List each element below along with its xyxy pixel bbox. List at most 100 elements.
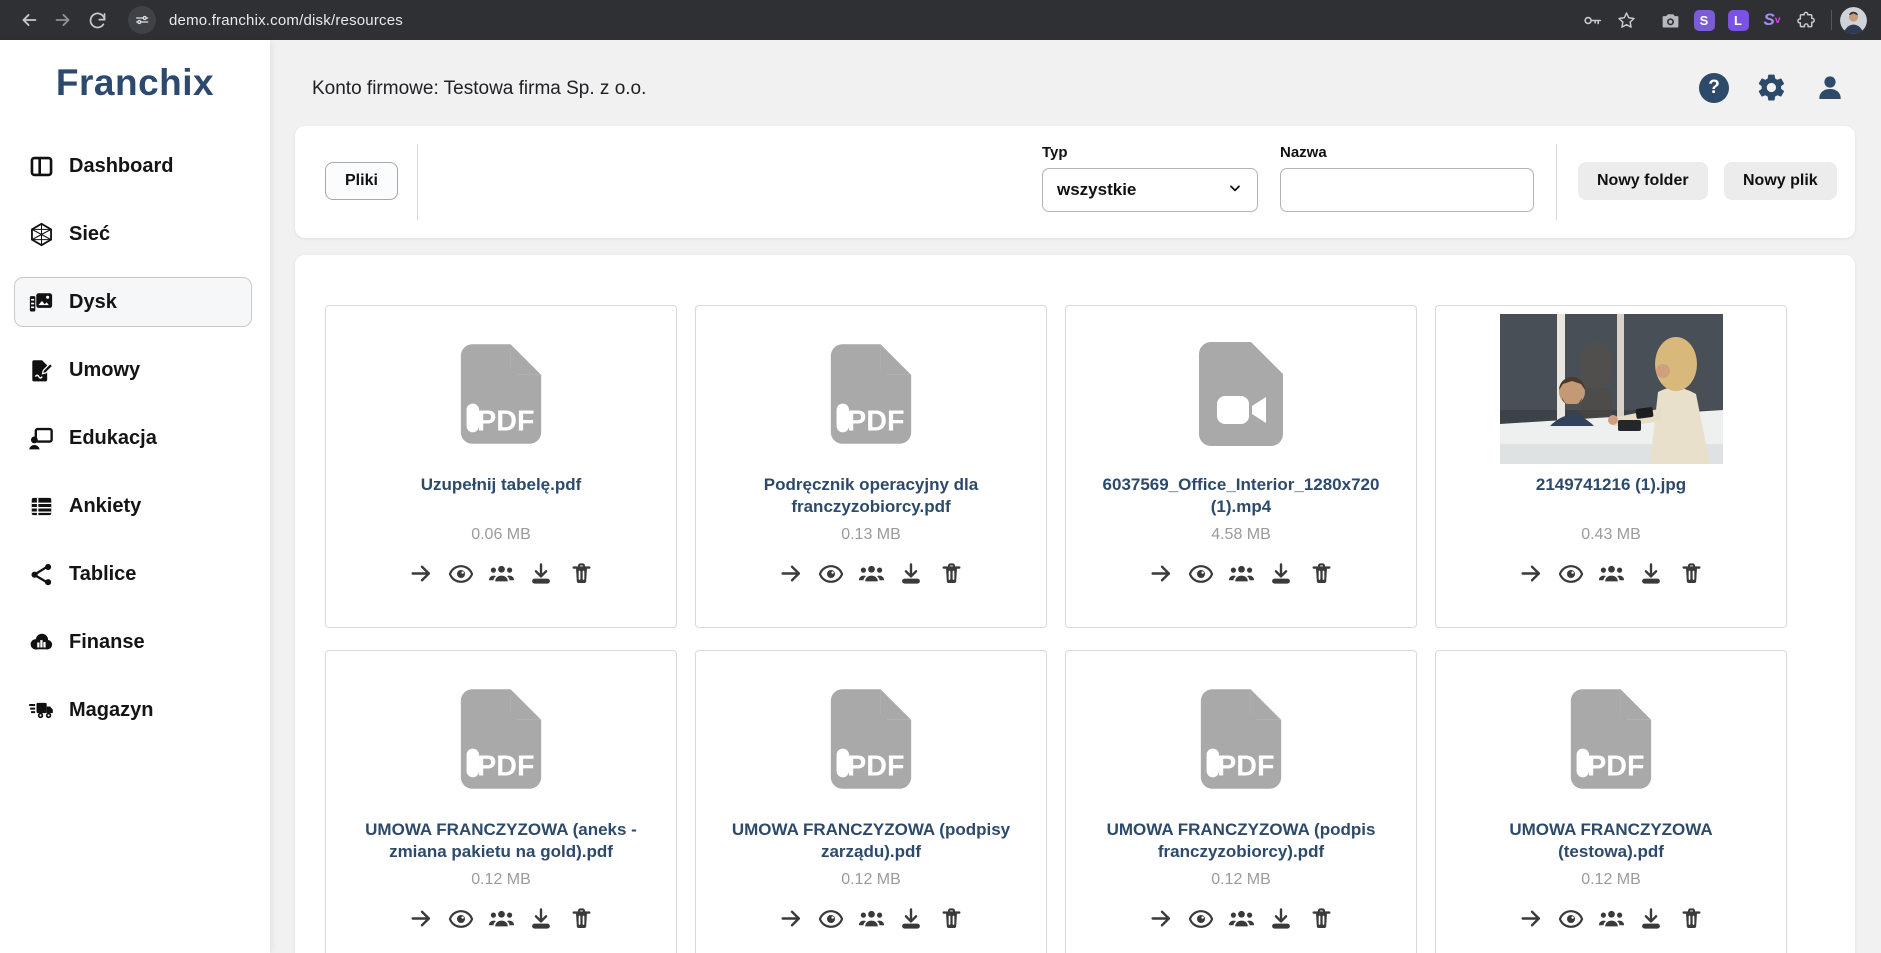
network-icon: [28, 221, 54, 247]
sidebar-item-finanse[interactable]: Finanse: [14, 617, 252, 667]
share-button[interactable]: [1598, 905, 1625, 932]
move-button[interactable]: [1148, 905, 1175, 932]
file-card[interactable]: 2149741216 (1).jpg 0.43 MB: [1435, 305, 1787, 628]
sidebar-item-magazyn[interactable]: Magazyn: [14, 685, 252, 735]
settings-gear-icon[interactable]: [1756, 72, 1787, 103]
move-button[interactable]: [778, 905, 805, 932]
file-card[interactable]: PDF UMOWA FRANCZYZOWA (podpis franczyzob…: [1065, 650, 1417, 953]
browser-forward-icon[interactable]: [46, 3, 80, 37]
extension-l-icon[interactable]: L: [1721, 3, 1755, 37]
file-actions: [1148, 905, 1335, 932]
name-filter-input[interactable]: [1280, 168, 1534, 212]
move-button[interactable]: [408, 560, 435, 587]
browser-profile-avatar[interactable]: [1840, 6, 1867, 34]
svg-text:PDF: PDF: [847, 405, 904, 437]
download-button[interactable]: [528, 560, 555, 587]
preview-button[interactable]: [1558, 560, 1585, 587]
download-button[interactable]: [898, 905, 925, 932]
download-button[interactable]: [528, 905, 555, 932]
sidebar-item-edukacja[interactable]: Edukacja: [14, 413, 252, 463]
file-size: 0.12 MB: [841, 871, 901, 888]
move-button[interactable]: [1148, 560, 1175, 587]
file-name: 6037569_Office_Interior_1280x720 (1).mp4: [1102, 475, 1380, 516]
file-card[interactable]: PDF UMOWA FRANCZYZOWA (aneks - zmiana pa…: [325, 650, 677, 953]
share-button[interactable]: [1598, 560, 1625, 587]
preview-button[interactable]: [818, 905, 845, 932]
move-button[interactable]: [1518, 905, 1545, 932]
help-icon[interactable]: ?: [1699, 72, 1729, 103]
preview-button[interactable]: [818, 560, 845, 587]
download-button[interactable]: [1638, 560, 1665, 587]
preview-button[interactable]: [1558, 905, 1585, 932]
delete-button[interactable]: [938, 905, 965, 932]
share-button[interactable]: [1228, 905, 1255, 932]
file-card[interactable]: PDF UMOWA FRANCZYZOWA (testowa).pdf 0.12…: [1435, 650, 1787, 953]
preview-button[interactable]: [1188, 560, 1215, 587]
camera-extension-icon[interactable]: [1653, 3, 1687, 37]
delete-button[interactable]: [568, 560, 595, 587]
share-button[interactable]: [858, 560, 885, 587]
screen: demo.franchix.com/disk/resources S L Sv …: [0, 0, 1881, 953]
pdf-file-icon: PDF: [1567, 686, 1655, 791]
browser-reload-icon[interactable]: [80, 3, 114, 37]
share-button[interactable]: [488, 905, 515, 932]
extensions-puzzle-icon[interactable]: [1789, 3, 1823, 37]
delete-button[interactable]: [568, 905, 595, 932]
new-file-button[interactable]: Nowy plik: [1724, 162, 1837, 200]
share-button[interactable]: [488, 560, 515, 587]
topbar-separator: [1831, 10, 1832, 30]
file-card[interactable]: 6037569_Office_Interior_1280x720 (1).mp4…: [1065, 305, 1417, 628]
sidebar-item-dashboard[interactable]: Dashboard: [14, 141, 252, 191]
file-size: 0.43 MB: [1581, 526, 1641, 543]
sidebar-item-dysk[interactable]: Dysk: [14, 277, 252, 327]
svg-text:PDF: PDF: [477, 405, 534, 437]
file-card[interactable]: PDF Podręcznik operacyjny dla franczyzob…: [695, 305, 1047, 628]
filter-bar: Pliki Typ wszystkie Nazwa Nowy folder No…: [295, 126, 1855, 238]
file-card[interactable]: PDF Uzupełnij tabelę.pdf 0.06 MB: [325, 305, 677, 628]
sidebar: Franchix Dashboard Sieć Dysk Umowy Eduka…: [0, 40, 270, 953]
boards-icon: [28, 561, 54, 587]
pdf-file-icon: PDF: [827, 686, 915, 791]
url-bar[interactable]: demo.franchix.com/disk/resources: [169, 12, 403, 29]
sidebar-item-sieć[interactable]: Sieć: [14, 209, 252, 259]
new-folder-button[interactable]: Nowy folder: [1578, 162, 1708, 200]
download-button[interactable]: [1638, 905, 1665, 932]
delete-button[interactable]: [1678, 560, 1705, 587]
extension-s-icon[interactable]: S: [1687, 3, 1721, 37]
download-button[interactable]: [1268, 560, 1295, 587]
delete-button[interactable]: [1308, 560, 1335, 587]
delete-button[interactable]: [1678, 905, 1705, 932]
preview-button[interactable]: [1188, 905, 1215, 932]
type-label: Typ: [1042, 144, 1068, 161]
preview-button[interactable]: [448, 905, 475, 932]
type-select[interactable]: wszystkie: [1042, 168, 1258, 212]
password-key-icon[interactable]: [1575, 3, 1609, 37]
file-actions: [408, 905, 595, 932]
move-button[interactable]: [1518, 560, 1545, 587]
file-size: 0.06 MB: [471, 526, 531, 543]
sidebar-item-umowy[interactable]: Umowy: [14, 345, 252, 395]
site-info-icon[interactable]: [128, 6, 156, 34]
sidebar-item-ankiety[interactable]: Ankiety: [14, 481, 252, 531]
move-button[interactable]: [778, 560, 805, 587]
user-profile-icon[interactable]: [1814, 72, 1845, 103]
delete-button[interactable]: [1308, 905, 1335, 932]
file-name: Uzupełnij tabelę.pdf: [420, 475, 582, 494]
download-button[interactable]: [1268, 905, 1295, 932]
file-card[interactable]: PDF UMOWA FRANCZYZOWA (podpisy zarządu).…: [695, 650, 1047, 953]
move-button[interactable]: [408, 905, 435, 932]
sidebar-nav: Dashboard Sieć Dysk Umowy Edukacja Ankie…: [0, 141, 270, 735]
share-button[interactable]: [858, 905, 885, 932]
sidebar-item-tablice[interactable]: Tablice: [14, 549, 252, 599]
preview-button[interactable]: [448, 560, 475, 587]
svg-text:PDF: PDF: [847, 750, 904, 782]
browser-back-icon[interactable]: [12, 3, 46, 37]
download-button[interactable]: [898, 560, 925, 587]
file-size: 4.58 MB: [1211, 526, 1271, 543]
extension-sv-icon[interactable]: Sv: [1755, 3, 1789, 37]
toolbar-divider: [1556, 144, 1557, 220]
bookmark-star-icon[interactable]: [1609, 3, 1643, 37]
delete-button[interactable]: [938, 560, 965, 587]
share-button[interactable]: [1228, 560, 1255, 587]
files-tab-button[interactable]: Pliki: [325, 162, 398, 200]
